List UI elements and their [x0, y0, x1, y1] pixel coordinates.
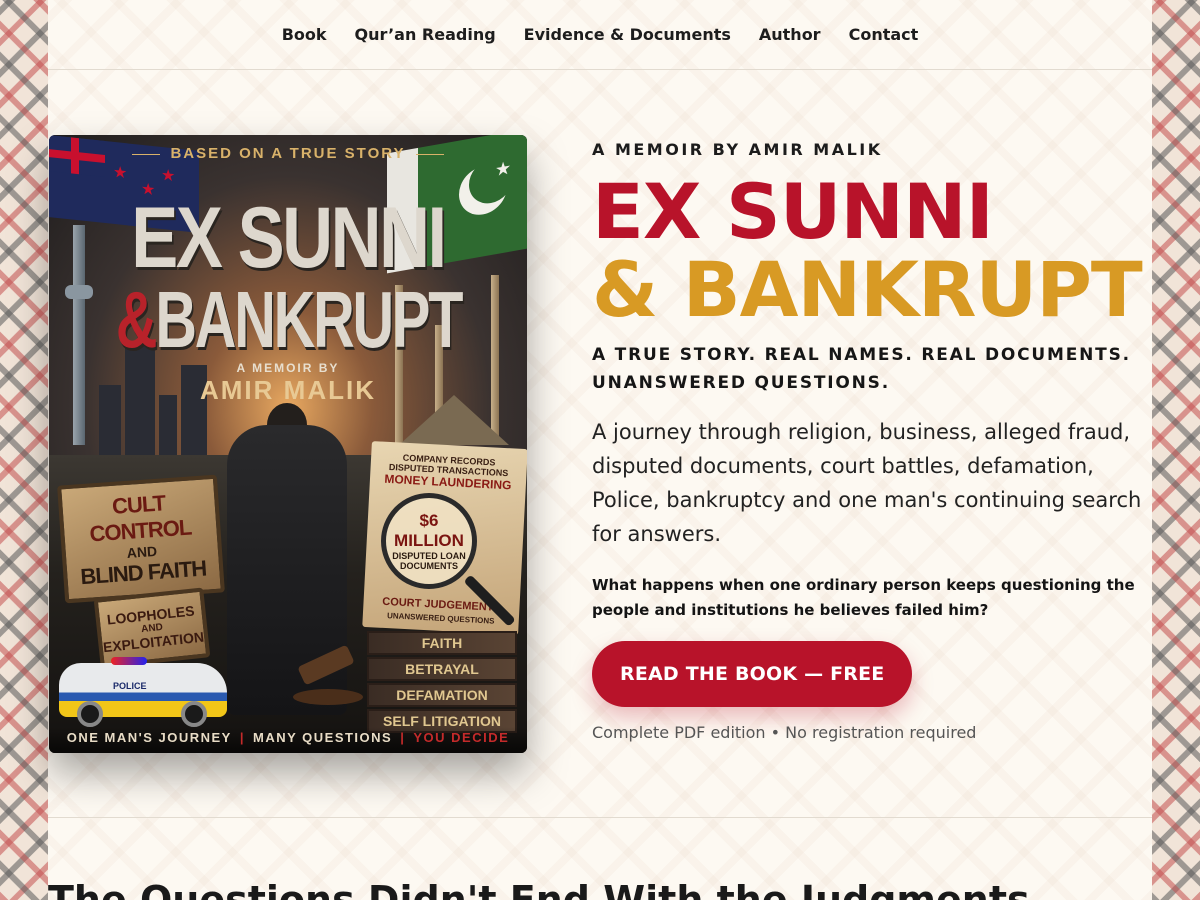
cover-tagline: BASED ON A TRUE STORY [49, 145, 527, 162]
loopholes-sign: LOOPHOLES AND EXPLOITATION [93, 587, 211, 669]
hero-section: ★ ★ ★ ★ BASED ON A TRUE STORY EX SUNNI &… [48, 70, 1152, 818]
wheel [77, 701, 103, 727]
nav-evidence-documents[interactable]: Evidence & Documents [524, 25, 731, 44]
cover-author: AMIR MALIK [200, 375, 376, 405]
gavel-icon [289, 644, 369, 705]
read-book-button[interactable]: READ THE BOOK — FREE [592, 641, 913, 707]
cover-title-line2: &BANKRUPT [116, 280, 464, 360]
magnifier-text: DISPUTED LOAN [392, 551, 466, 561]
book-cover: ★ ★ ★ ★ BASED ON A TRUE STORY EX SUNNI &… [49, 135, 527, 753]
hero-lede: A journey through religion, business, al… [592, 420, 1142, 546]
hero-title: EX SUNNI & BANKRUPT [592, 167, 1143, 334]
book-stack: FAITH BETRAYAL DEFAMATION SELF LITIGATIO… [367, 631, 517, 735]
hero-content: A MEMOIR BY AMIR MALIK EX SUNNI & BANKRU… [592, 140, 1143, 742]
cover-footer-text: YOU DECIDE [413, 730, 510, 745]
cult-control-sign: CULT CONTROL AND BLIND FAITH [57, 474, 225, 604]
nav-quran-reading[interactable]: Qur’an Reading [355, 25, 496, 44]
hero-subhead: A TRUE STORY. REAL NAMES. REAL DOCUMENTS… [592, 345, 1131, 393]
sky-tower [73, 225, 85, 445]
footer-separator: | [400, 730, 406, 745]
cta-note: Complete PDF edition • No registration r… [592, 723, 977, 742]
nav-contact[interactable]: Contact [849, 25, 919, 44]
hero-eyebrow: A MEMOIR BY AMIR MALIK [592, 140, 883, 159]
book-spine: FAITH [367, 631, 517, 655]
nav-author[interactable]: Author [759, 25, 821, 44]
cover-memoir-by: A MEMOIR BY [236, 361, 340, 375]
magnifier-text: $6 MILLION [394, 511, 464, 550]
magnifier-text: DOCUMENTS [400, 561, 458, 571]
nav-book[interactable]: Book [282, 25, 327, 44]
book-spine: DEFAMATION [367, 683, 517, 707]
police-lights [111, 657, 147, 665]
cover-footer-text: ONE MAN'S JOURNEY [66, 730, 232, 745]
cover-footer: ONE MAN'S JOURNEY | MANY QUESTIONS | YOU DEC… [49, 727, 527, 753]
police-car-label: POLICE [113, 681, 147, 691]
cover-title-ampersand: & [115, 275, 158, 364]
police-car: POLICE [59, 657, 227, 727]
hero-question: What happens when one ordinary person ke… [592, 576, 1135, 619]
hero-title-line1: EX SUNNI [592, 167, 994, 256]
section-title: The Questions Didn't End With the Judgme… [48, 878, 1030, 900]
sky-tower-pod [65, 285, 93, 299]
cover-title-line1: EX SUNNI [131, 190, 447, 286]
page: Book Qur’an Reading Evidence & Documents… [48, 0, 1152, 900]
cover-footer-text: MANY QUESTIONS [253, 730, 393, 745]
minaret [491, 275, 499, 445]
cover-title-bankrupt: BANKRUPT [155, 275, 463, 364]
book-spine: BETRAYAL [367, 657, 517, 681]
top-nav: Book Qur’an Reading Evidence & Documents… [48, 0, 1152, 70]
hero-title-line2: & BANKRUPT [592, 245, 1143, 334]
magnifying-glass-icon: $6 MILLION DISPUTED LOAN DOCUMENTS [381, 493, 477, 589]
footer-separator: | [239, 730, 245, 745]
wheel [181, 701, 207, 727]
